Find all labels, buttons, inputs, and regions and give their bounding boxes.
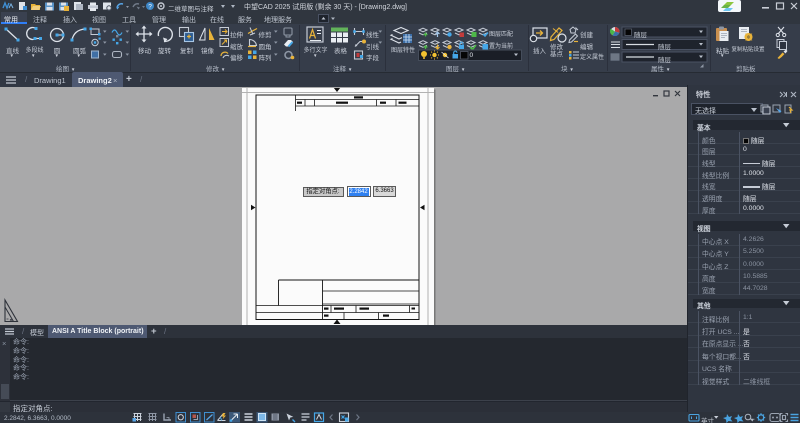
- svg-text:?: ?: [148, 3, 152, 10]
